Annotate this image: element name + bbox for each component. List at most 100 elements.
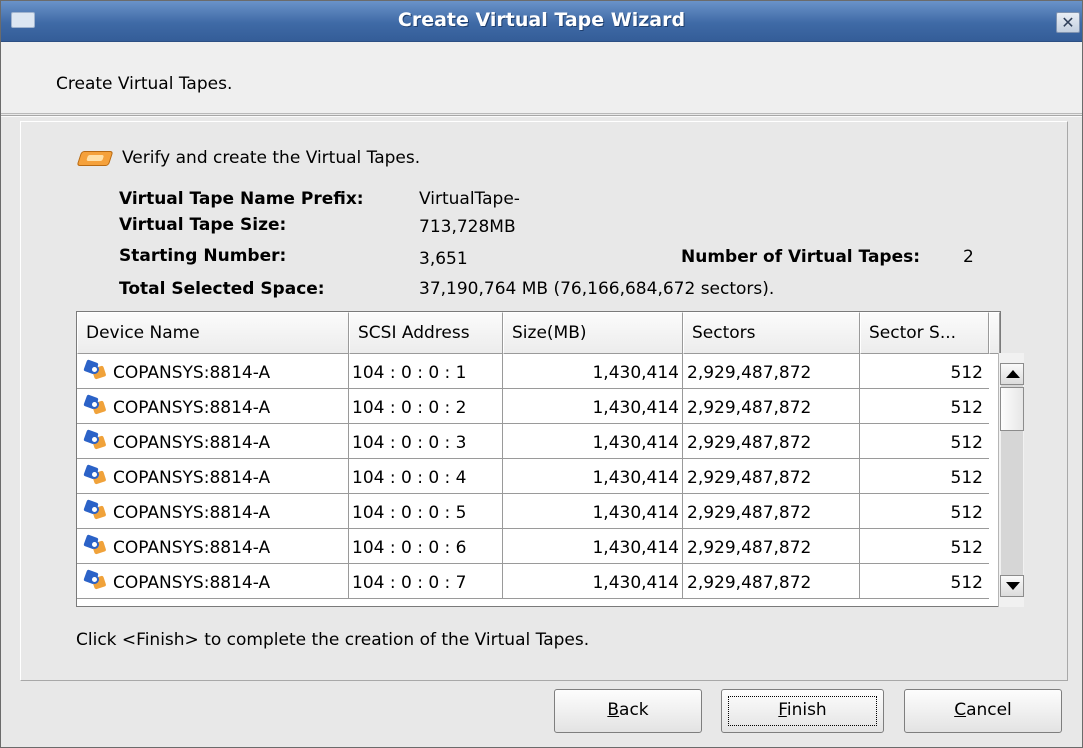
cell-device-name: COPANSYS:8814-A <box>77 424 349 458</box>
table-row[interactable]: COPANSYS:8814-A 104 : 0 : 0 : 6 1,430,414 2… <box>77 529 989 564</box>
column-header-size[interactable]: Size(MB) <box>503 312 683 354</box>
finish-button[interactable]: Finish <box>721 689 884 733</box>
verify-text: Verify and create the Virtual Tapes. <box>122 148 421 168</box>
cell-device-name: COPANSYS:8814-A <box>77 459 349 493</box>
verify-row: Verify and create the Virtual Tapes. <box>76 146 420 170</box>
back-label-mnemonic: B <box>607 700 620 720</box>
table-row[interactable]: COPANSYS:8814-A 104 : 0 : 0 : 2 1,430,414 2… <box>77 389 989 424</box>
count-value: 2 <box>963 247 974 267</box>
footer-instruction: Click <Finish> to complete the creation … <box>76 630 590 650</box>
device-icon <box>83 429 107 451</box>
focus-ring <box>728 696 877 726</box>
scroll-down-button[interactable] <box>1000 575 1024 597</box>
column-header-sectors[interactable]: Sectors <box>683 312 860 354</box>
device-name-text: COPANSYS:8814-A <box>113 538 271 558</box>
total-value: 37,190,764 MB (76,166,684,672 sectors). <box>419 279 775 299</box>
cell-sectors: 2,929,487,872 <box>683 424 860 458</box>
wizard-window: Create Virtual Tape Wizard ✕ Create Virt… <box>0 0 1083 748</box>
wizard-header: Create Virtual Tapes. <box>1 42 1082 114</box>
cell-sector-size: 512 <box>950 363 983 383</box>
cell-scsi-address: 104 : 0 : 0 : 2 <box>349 389 503 423</box>
cell-sectors: 2,929,487,872 <box>683 494 860 528</box>
device-icon <box>83 534 107 556</box>
table-header: Device Name SCSI Address Size(MB) Sector… <box>77 312 1000 354</box>
cell-sector-size: 512 <box>950 433 983 453</box>
cell-scsi-address: 104 : 0 : 0 : 3 <box>349 424 503 458</box>
cancel-label-mnemonic: C <box>954 700 967 720</box>
cell-device-name: COPANSYS:8814-A <box>77 494 349 528</box>
cell-size: 1,430,414 <box>503 564 683 598</box>
cell-sectors: 2,929,487,872 <box>683 564 860 598</box>
cell-scsi-address: 104 : 0 : 0 : 6 <box>349 529 503 563</box>
cell-sector-size: 512 <box>950 503 983 523</box>
total-label: Total Selected Space: <box>119 279 325 299</box>
cell-sector-size: 512 <box>950 398 983 418</box>
cell-device-name: COPANSYS:8814-A <box>77 564 349 598</box>
cancel-label-post: ancel <box>966 700 1012 720</box>
scroll-thumb[interactable] <box>1000 387 1024 431</box>
cell-scsi-address: 104 : 0 : 0 : 1 <box>349 354 503 388</box>
device-name-text: COPANSYS:8814-A <box>113 503 271 523</box>
table-vertical-scrollbar[interactable] <box>998 353 1024 607</box>
header-separator <box>1 115 1082 117</box>
cell-sector-size: 512 <box>950 573 983 593</box>
cell-scsi-address: 104 : 0 : 0 : 4 <box>349 459 503 493</box>
count-label: Number of Virtual Tapes: <box>681 247 921 267</box>
device-icon <box>83 569 107 591</box>
start-label: Starting Number: <box>119 246 287 266</box>
column-header-scsi-address[interactable]: SCSI Address <box>349 312 503 354</box>
cell-sectors: 2,929,487,872 <box>683 389 860 423</box>
size-label: Virtual Tape Size: <box>119 215 287 235</box>
cell-size: 1,430,414 <box>503 424 683 458</box>
cell-size: 1,430,414 <box>503 459 683 493</box>
device-icon <box>83 394 107 416</box>
device-name-text: COPANSYS:8814-A <box>113 468 271 488</box>
header-text: Create Virtual Tapes. <box>56 74 233 94</box>
cancel-button[interactable]: Cancel <box>904 689 1062 733</box>
cell-size: 1,430,414 <box>503 529 683 563</box>
virtual-tape-icon <box>76 146 114 170</box>
prefix-value: VirtualTape- <box>419 189 520 209</box>
cell-scsi-address: 104 : 0 : 0 : 7 <box>349 564 503 598</box>
device-name-text: COPANSYS:8814-A <box>113 363 271 383</box>
device-name-text: COPANSYS:8814-A <box>113 573 271 593</box>
cell-device-name: COPANSYS:8814-A <box>77 389 349 423</box>
close-icon[interactable]: ✕ <box>1056 12 1080 33</box>
column-header-filler <box>989 312 1000 354</box>
arrow-down-icon <box>1006 582 1020 590</box>
device-name-text: COPANSYS:8814-A <box>113 433 271 453</box>
device-name-text: COPANSYS:8814-A <box>113 398 271 418</box>
scroll-up-button[interactable] <box>1000 363 1024 385</box>
table-row[interactable]: COPANSYS:8814-A 104 : 0 : 0 : 1 1,430,414 2… <box>77 354 989 389</box>
cell-sector-size: 512 <box>950 468 983 488</box>
table-row[interactable]: COPANSYS:8814-A 104 : 0 : 0 : 4 1,430,414 2… <box>77 459 989 494</box>
cell-sectors: 2,929,487,872 <box>683 354 860 388</box>
prefix-label: Virtual Tape Name Prefix: <box>119 189 364 209</box>
device-icon <box>83 464 107 486</box>
cell-device-name: COPANSYS:8814-A <box>77 354 349 388</box>
back-button[interactable]: Back <box>554 689 702 733</box>
table-body: COPANSYS:8814-A 104 : 0 : 0 : 1 1,430,414 2… <box>77 354 989 606</box>
title-bar[interactable]: Create Virtual Tape Wizard ✕ <box>1 1 1082 42</box>
device-icon <box>83 499 107 521</box>
table-row[interactable]: COPANSYS:8814-A 104 : 0 : 0 : 7 1,430,414 2… <box>77 564 989 599</box>
device-icon <box>83 359 107 381</box>
size-value: 713,728MB <box>419 217 516 237</box>
cell-sectors: 2,929,487,872 <box>683 529 860 563</box>
cell-sector-size: 512 <box>950 538 983 558</box>
window-title: Create Virtual Tape Wizard <box>397 9 686 31</box>
arrow-up-icon <box>1006 370 1020 378</box>
cell-size: 1,430,414 <box>503 354 683 388</box>
devices-table[interactable]: Device Name SCSI Address Size(MB) Sector… <box>76 311 1001 607</box>
start-value: 3,651 <box>419 249 468 269</box>
cell-sectors: 2,929,487,872 <box>683 459 860 493</box>
cell-scsi-address: 104 : 0 : 0 : 5 <box>349 494 503 528</box>
cell-device-name: COPANSYS:8814-A <box>77 529 349 563</box>
cell-size: 1,430,414 <box>503 389 683 423</box>
table-row[interactable]: COPANSYS:8814-A 104 : 0 : 0 : 5 1,430,414 2… <box>77 494 989 529</box>
column-header-device-name[interactable]: Device Name <box>77 312 349 354</box>
cell-size: 1,430,414 <box>503 494 683 528</box>
column-header-sector-size[interactable]: Sector S... <box>860 312 989 354</box>
table-row[interactable]: COPANSYS:8814-A 104 : 0 : 0 : 3 1,430,414 2… <box>77 424 989 459</box>
back-label-post: ack <box>619 700 649 720</box>
